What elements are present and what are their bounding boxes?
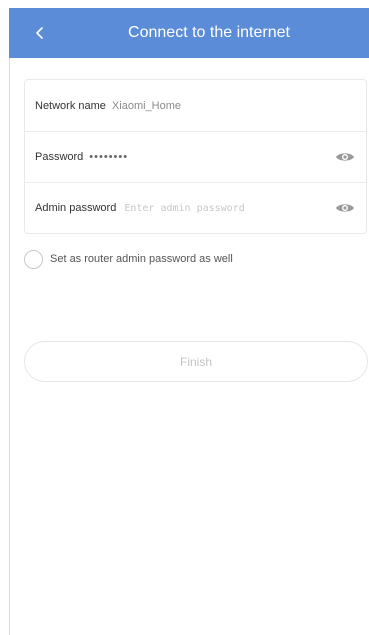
router-admin-checkbox[interactable] (24, 249, 43, 269)
admin-password-row[interactable]: Admin password (25, 182, 366, 233)
eye-icon (336, 153, 354, 161)
password-row[interactable]: Password •••••••• (25, 131, 366, 182)
admin-password-label: Admin password (35, 202, 117, 214)
page-title: Connect to the internet (128, 24, 290, 41)
network-name-row[interactable]: Network name Xiaomi_Home (25, 80, 366, 131)
password-label: Password (35, 151, 84, 163)
left-divider (9, 58, 10, 635)
network-name-value[interactable]: Xiaomi_Home (112, 100, 181, 112)
network-name-label: Network name (35, 99, 106, 112)
password-field[interactable]: •••••••• (89, 151, 128, 163)
finish-button[interactable]: Finish (24, 341, 368, 382)
chevron-left-icon (36, 27, 43, 39)
router-admin-checkbox-label: Set as router admin password as well (50, 253, 233, 265)
router-admin-checkbox-row[interactable]: Set as router admin password as well (24, 249, 233, 269)
connection-form: Network name Xiaomi_Home Password ••••••… (24, 79, 367, 234)
back-button[interactable] (27, 20, 53, 46)
eye-icon (336, 204, 354, 212)
admin-password-visibility-toggle[interactable] (334, 200, 356, 216)
app-header: Connect to the internet (9, 8, 369, 58)
password-visibility-toggle[interactable] (334, 149, 356, 165)
admin-password-input[interactable] (124, 202, 285, 214)
